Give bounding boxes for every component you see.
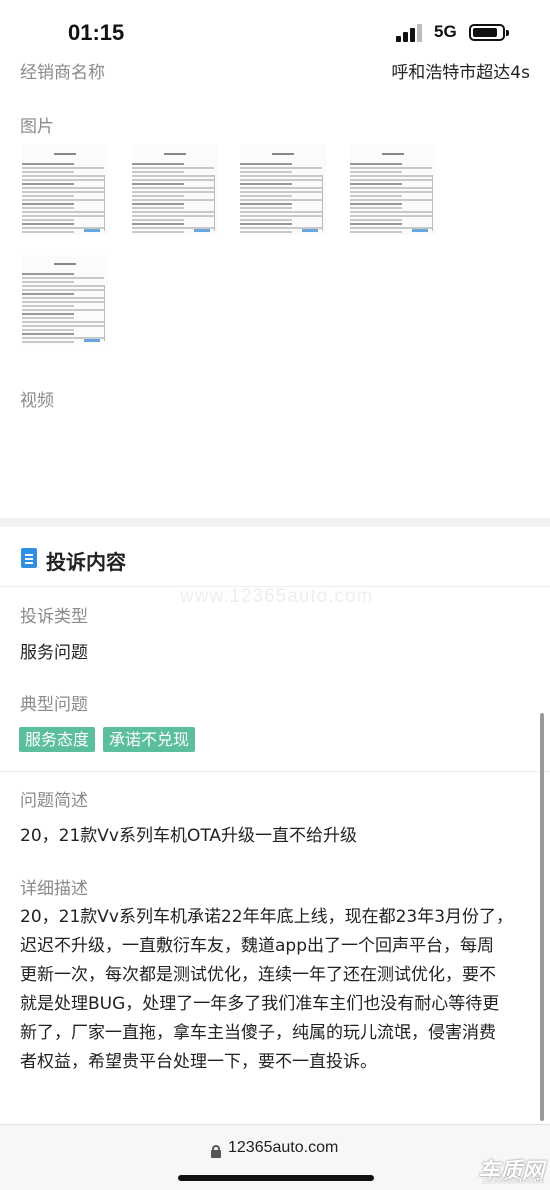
watermark: www.12365auto.com: [180, 586, 374, 607]
url-label[interactable]: 12365auto.com: [228, 1139, 338, 1157]
video-label: 视频: [20, 391, 54, 411]
image-thumbnail[interactable]: [22, 145, 108, 235]
brand-logo-url: 12365auto.com: [481, 1175, 544, 1185]
signal-icon: [396, 24, 424, 42]
scrollbar[interactable]: [540, 713, 544, 1121]
detail-line: 20，21款Vv系列车机承诺22年年底上线，现在都23年3月份了，: [20, 907, 514, 927]
network-label: 5G: [434, 22, 457, 41]
detail-line: 新了，厂家一直拖，拿车主当傻子，纯属的玩儿流氓，侵害消费: [20, 1023, 496, 1043]
summary-value: 20，21款Vv系列车机OTA升级一直不给升级: [20, 826, 358, 846]
complaint-type-label: 投诉类型: [20, 607, 88, 627]
section-divider: [0, 518, 550, 527]
status-bar: 01:15 5G: [0, 0, 550, 58]
images-label: 图片: [20, 117, 54, 137]
dealer-label: 经销商名称: [20, 63, 105, 83]
detail-description: 20，21款Vv系列车机承诺22年年底上线，现在都23年3月份了， 迟迟不升级，…: [20, 903, 532, 1077]
summary-label: 问题简述: [20, 791, 88, 811]
battery-icon: [469, 24, 509, 41]
complaint-type-value: 服务问题: [20, 643, 88, 663]
image-thumbnail[interactable]: [350, 145, 436, 235]
document-icon: [21, 548, 37, 568]
issue-tag: 承诺不兑现: [103, 727, 196, 752]
detail-line: 更新一次，每次都是测试优化，连续一年了还在测试优化，要不: [20, 965, 496, 985]
detail-line: 迟迟不升级，一直敷衍车友，魏道app出了一个回声平台，每周: [20, 936, 494, 956]
divider: [0, 771, 550, 772]
status-time: 01:15: [68, 20, 125, 45]
browser-bottom-bar: 12365auto.com 车质网 12365auto.com: [0, 1124, 550, 1190]
home-indicator[interactable]: [178, 1175, 374, 1181]
lock-icon: [211, 1145, 221, 1158]
dealer-row: 经销商名称 呼和浩特市超达4s: [0, 54, 550, 84]
section-title: 投诉内容: [46, 550, 126, 574]
complaint-section-header: 投诉内容: [0, 527, 550, 587]
issue-tag: 服务态度: [19, 727, 96, 752]
typical-issue-label: 典型问题: [20, 695, 88, 715]
detail-line: 就是处理BUG，处理了一年多了我们准车主们也没有耐心等待更: [20, 994, 500, 1014]
image-thumbnail[interactable]: [22, 255, 108, 345]
image-thumbnail[interactable]: [240, 145, 326, 235]
dealer-value: 呼和浩特市超达4s: [391, 63, 530, 83]
brand-logo: 车质网 12365auto.com: [458, 1153, 544, 1187]
image-thumbnail[interactable]: [132, 145, 218, 235]
detail-label: 详细描述: [20, 879, 88, 899]
detail-line: 者权益，希望贵平台处理一下，要不一直投诉。: [20, 1052, 377, 1072]
